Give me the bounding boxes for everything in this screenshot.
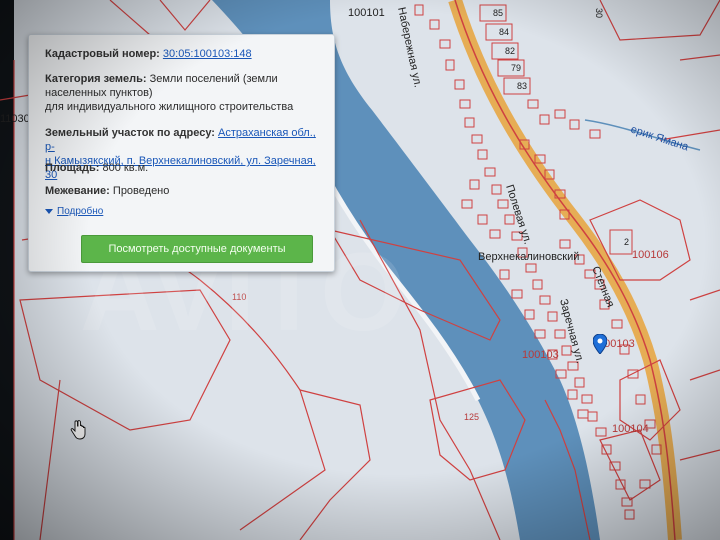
screen-bezel-left [0,0,14,540]
cadastral-label: Кадастровый номер: [45,48,160,60]
category-value-line2: населенных пунктов) [45,87,153,99]
address-label: Земельный участок по адресу: [45,127,215,139]
parcel-label-84: 84 [499,27,509,37]
quarter-label-100101: 100101 [348,7,385,19]
quarter-label-100104: 100104 [612,423,649,435]
parcel-label-85: 85 [493,8,503,18]
triangle-down-icon [45,208,53,214]
category-value-line1: Земли поселений (земли [149,73,278,85]
parcel-label-83: 83 [517,81,527,91]
category-label: Категория земель: [45,73,147,85]
cadastral-row: Кадастровый номер: 30:05:100103:148 [45,47,324,61]
survey-row: Межевание: Проведено [45,184,324,198]
screen: 100101 11030 100106 100103 100103 100104… [0,0,720,540]
area-value: 800 кв.м. [102,162,149,174]
quarter-label-100103-b: 100103 [522,349,559,361]
quarter-label-11030: 11030 [0,113,30,125]
parcel-label-30: 30 [594,8,604,18]
more-details-label: Подробно [57,206,104,217]
quarter-label-100106: 100106 [632,249,669,261]
survey-value: Проведено [112,185,170,197]
hand-cursor-icon [70,420,86,440]
parcel-info-card: Кадастровый номер: 30:05:100103:148 Кате… [28,34,335,272]
settlement-label: Верхнекалиновский [478,251,579,263]
cadastral-number-link[interactable]: 30:05:100103:148 [163,48,252,60]
parcel-label-2: 2 [624,237,629,247]
category-row: Категория земель: Земли поселений (земли… [45,72,324,114]
parcel-label-79: 79 [511,63,521,73]
category-value-line3: для индивидуального жилищного строительс… [45,101,294,113]
parcel-label-125: 125 [464,412,479,422]
area-label: Площадь: [45,162,100,174]
view-documents-button[interactable]: Посмотреть доступные документы [81,235,313,263]
more-details-link[interactable]: Подробно [45,205,324,219]
location-pin-icon[interactable] [593,334,607,354]
area-row: Площадь: 800 кв.м. [45,161,324,175]
parcel-label-82: 82 [505,46,515,56]
survey-label: Межевание: [45,185,110,197]
